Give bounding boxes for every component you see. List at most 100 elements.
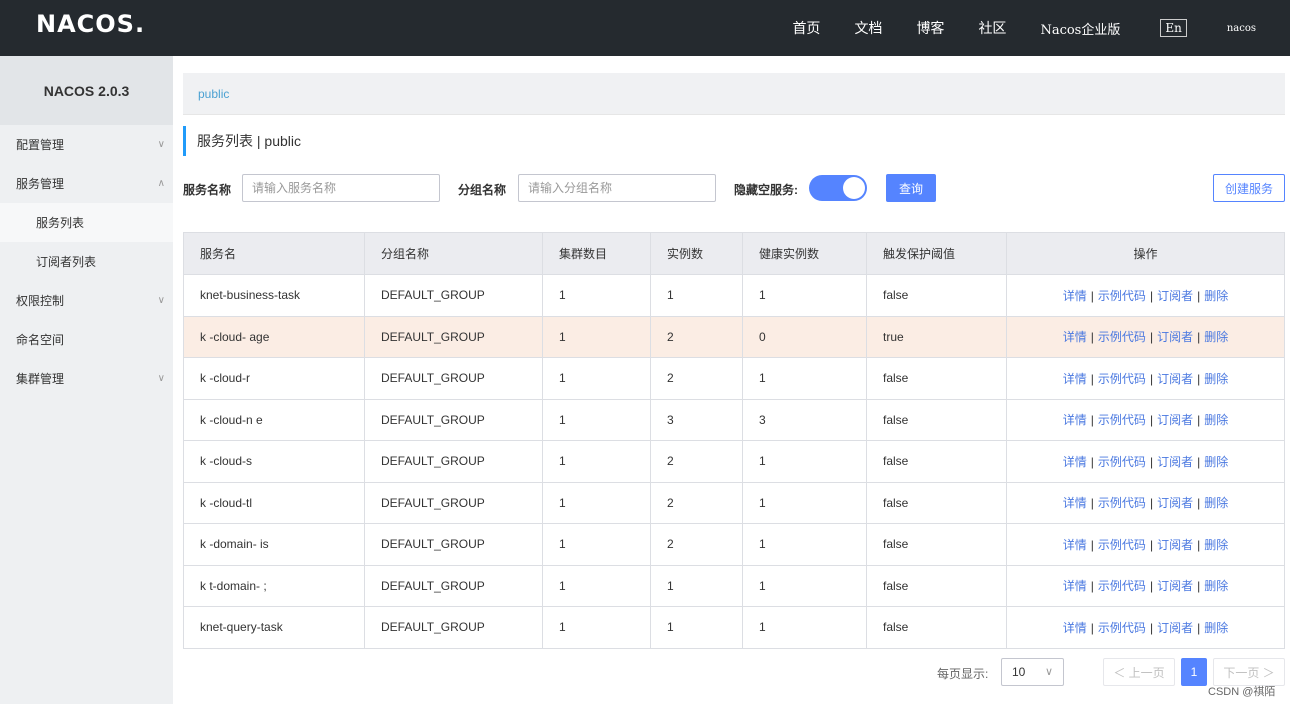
nacos-logo[interactable]: NACOS. [36, 10, 145, 38]
detail-link[interactable]: 详情 [1063, 579, 1087, 593]
nav-blog[interactable]: 博客 [916, 18, 944, 38]
detail-link[interactable]: 详情 [1063, 289, 1087, 303]
subscribers-link[interactable]: 订阅者 [1157, 496, 1193, 510]
operations-cell: 详情 | 示例代码 | 订阅者 | 删除 [1006, 565, 1285, 607]
user-menu[interactable]: nacos [1227, 23, 1256, 34]
cluster-count-cell: 1 [542, 523, 651, 566]
subscribers-link[interactable]: 订阅者 [1157, 330, 1193, 344]
protect-threshold-cell: false [866, 606, 1007, 649]
sidebar: NACOS 2.0.3 配置管理 ∨ 服务管理 ∧ 服务列表 订阅者列表 权限控… [0, 56, 173, 704]
separator: | [1197, 413, 1201, 428]
service-name-cell: k -cloud-r [183, 357, 365, 400]
sidebar-item-service-management[interactable]: 服务管理 ∧ [0, 164, 173, 203]
cluster-count-cell: 1 [542, 606, 651, 649]
sample-code-link[interactable]: 示例代码 [1098, 621, 1146, 635]
service-name-cell: k -cloud- age [183, 316, 365, 358]
language-switch[interactable]: En [1160, 19, 1187, 37]
sidebar-item-subscribers[interactable]: 订阅者列表 [0, 242, 173, 281]
subscribers-link[interactable]: 订阅者 [1157, 621, 1193, 635]
sidebar-item-service-list[interactable]: 服务列表 [0, 203, 173, 242]
delete-link[interactable]: 删除 [1204, 372, 1228, 386]
detail-link[interactable]: 详情 [1063, 330, 1087, 344]
next-page-button[interactable]: 下一页 ＞ [1213, 658, 1285, 686]
hide-empty-toggle[interactable] [809, 175, 867, 201]
sample-code-link[interactable]: 示例代码 [1098, 330, 1146, 344]
delete-link[interactable]: 删除 [1204, 538, 1228, 552]
sample-code-link[interactable]: 示例代码 [1098, 372, 1146, 386]
service-name-cell: k -cloud-s [183, 440, 365, 483]
subscribers-link[interactable]: 订阅者 [1157, 413, 1193, 427]
cluster-count-cell: 1 [542, 440, 651, 483]
cluster-count-cell: 1 [542, 316, 651, 358]
query-button[interactable]: 查询 [886, 174, 936, 202]
instance-count-cell: 2 [650, 523, 743, 566]
sidebar-item-namespace[interactable]: 命名空间 [0, 320, 173, 359]
sidebar-item-cluster[interactable]: 集群管理 ∨ [0, 359, 173, 398]
sample-code-link[interactable]: 示例代码 [1098, 413, 1146, 427]
sample-code-link[interactable]: 示例代码 [1098, 455, 1146, 469]
separator: | [1197, 579, 1201, 594]
service-name-input[interactable]: 请输入服务名称 [242, 174, 440, 202]
chevron-down-icon: ∨ [157, 295, 165, 306]
delete-link[interactable]: 删除 [1204, 413, 1228, 427]
subscribers-link[interactable]: 订阅者 [1157, 289, 1193, 303]
nav-enterprise[interactable]: Nacos企业版 [1040, 19, 1120, 38]
group-name-cell: DEFAULT_GROUP [364, 482, 543, 524]
separator: | [1090, 620, 1094, 635]
detail-link[interactable]: 详情 [1063, 455, 1087, 469]
col-healthy-count: 健康实例数 [742, 232, 867, 275]
detail-link[interactable]: 详情 [1063, 372, 1087, 386]
delete-link[interactable]: 删除 [1204, 330, 1228, 344]
detail-link[interactable]: 详情 [1063, 621, 1087, 635]
delete-link[interactable]: 删除 [1204, 455, 1228, 469]
detail-link[interactable]: 详情 [1063, 496, 1087, 510]
group-name-input[interactable]: 请输入分组名称 [518, 174, 716, 202]
table-row: k -cloud-tl DEFAULT_GROUP 1 2 1 false 详情 | 示例代码 |… [183, 482, 1285, 524]
sidebar-item-access-control[interactable]: 权限控制 ∨ [0, 281, 173, 320]
nav-community[interactable]: 社区 [978, 18, 1006, 38]
healthy-count-cell: 1 [742, 440, 867, 483]
detail-link[interactable]: 详情 [1063, 413, 1087, 427]
col-operations: 操作 [1006, 232, 1285, 275]
subscribers-link[interactable]: 订阅者 [1157, 455, 1193, 469]
operations-cell: 详情 | 示例代码 | 订阅者 | 删除 [1006, 482, 1285, 524]
subscribers-link[interactable]: 订阅者 [1157, 579, 1193, 593]
sample-code-link[interactable]: 示例代码 [1098, 496, 1146, 510]
separator: | [1090, 496, 1094, 511]
sample-code-link[interactable]: 示例代码 [1098, 289, 1146, 303]
sample-code-link[interactable]: 示例代码 [1098, 579, 1146, 593]
service-name-cell: knet-business-task [183, 274, 365, 317]
nav-docs[interactable]: 文档 [854, 18, 882, 38]
nav-home[interactable]: 首页 [792, 18, 820, 38]
detail-link[interactable]: 详情 [1063, 538, 1087, 552]
cluster-count-cell: 1 [542, 274, 651, 317]
col-protect-threshold: 触发保护阈值 [866, 232, 1007, 275]
table-row: knet-query-task DEFAULT_GROUP 1 1 1 false 详情 | 示… [183, 606, 1285, 649]
healthy-count-cell: 0 [742, 316, 867, 358]
instance-count-cell: 2 [650, 316, 743, 358]
service-name-cell: k -cloud-tl [183, 482, 365, 524]
toggle-knob [843, 177, 865, 199]
group-name-cell: DEFAULT_GROUP [364, 274, 543, 317]
namespace-public[interactable]: public [198, 87, 229, 101]
create-service-button[interactable]: 创建服务 [1213, 174, 1285, 202]
separator: | [1090, 413, 1094, 428]
watermark: CSDN @祺陌 [1208, 686, 1276, 698]
delete-link[interactable]: 删除 [1204, 496, 1228, 510]
separator: | [1149, 620, 1154, 635]
prev-page-button[interactable]: ＜ 上一页 [1103, 658, 1175, 686]
subscribers-link[interactable]: 订阅者 [1157, 372, 1193, 386]
cluster-count-cell: 1 [542, 357, 651, 400]
subscribers-link[interactable]: 订阅者 [1157, 538, 1193, 552]
operations-cell: 详情 | 示例代码 | 订阅者 | 删除 [1006, 399, 1285, 441]
service-name-cell: knet-query-task [183, 606, 365, 649]
sample-code-link[interactable]: 示例代码 [1098, 538, 1146, 552]
delete-link[interactable]: 删除 [1204, 621, 1228, 635]
separator: | [1149, 288, 1154, 303]
page-1-button[interactable]: 1 [1181, 658, 1207, 686]
sidebar-item-config[interactable]: 配置管理 ∨ [0, 125, 173, 164]
per-page-select[interactable]: 10 ∨ [1001, 658, 1064, 686]
delete-link[interactable]: 删除 [1204, 289, 1228, 303]
delete-link[interactable]: 删除 [1204, 579, 1228, 593]
service-name-label: 服务名称 [183, 183, 232, 197]
